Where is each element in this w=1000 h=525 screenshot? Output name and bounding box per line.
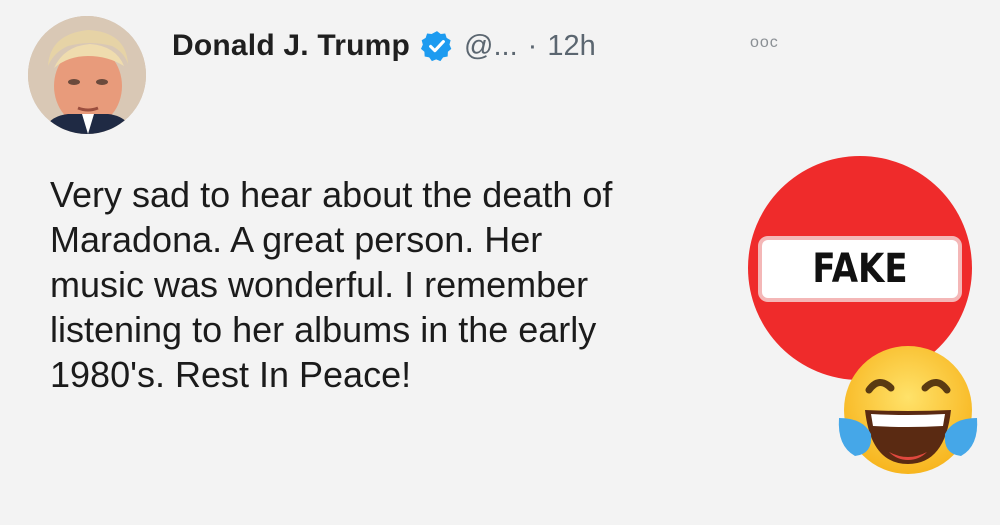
verified-badge-icon	[421, 31, 452, 62]
tweet-text-line: listening to her albums in the early	[50, 309, 597, 350]
tweet-text-line: Maradona. A great person. Her	[50, 219, 543, 260]
tweet-body: Very sad to hear about the death of Mara…	[50, 172, 740, 397]
author-name[interactable]: Donald J. Trump	[172, 29, 410, 63]
profile-photo-icon	[28, 16, 146, 134]
more-options-icon[interactable]: ooc	[750, 34, 779, 52]
tweet-timestamp[interactable]: 12h	[547, 30, 595, 63]
tweet-text-line: music was wonderful. I remember	[50, 264, 589, 305]
face-with-tears-of-joy-icon	[838, 346, 978, 474]
tweet-text-line: Very sad to hear about the death of	[50, 174, 613, 215]
laughing-emoji	[833, 338, 983, 488]
tweet-text-line: 1980's. Rest In Peace!	[50, 354, 412, 395]
fake-label: FAKE	[812, 246, 908, 292]
header-separator: ·	[527, 29, 538, 62]
tweet-header: Donald J. Trump @... · 12h	[172, 26, 596, 66]
author-handle[interactable]: @...	[464, 30, 518, 63]
avatar[interactable]	[28, 16, 146, 134]
